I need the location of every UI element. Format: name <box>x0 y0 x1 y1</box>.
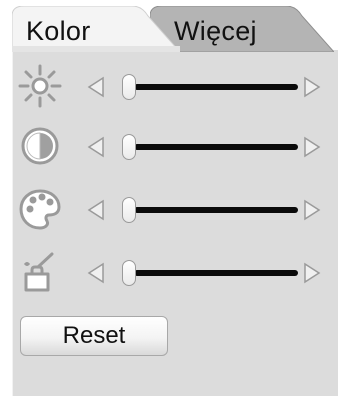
contrast-slider-track <box>134 144 298 150</box>
color-slider-row <box>12 185 334 235</box>
contrast-slider[interactable] <box>122 132 298 162</box>
color-palette-icon <box>19 189 61 230</box>
brightness-slider-track <box>134 84 298 90</box>
color-slider[interactable] <box>122 195 298 225</box>
color-settings-window: Więcej Kolor Reset <box>0 0 338 396</box>
brightness-slider-row <box>12 62 334 112</box>
tab-kolor[interactable]: Kolor <box>12 6 180 52</box>
contrast-decrease-arrow-icon[interactable] <box>86 136 106 158</box>
contrast-increase-arrow-icon[interactable] <box>302 136 322 158</box>
paint-bucket-icon <box>24 252 54 292</box>
brightness-decrease-arrow-icon[interactable] <box>86 76 106 98</box>
brightness-slider-thumb[interactable] <box>122 74 136 100</box>
tint-increase-arrow-icon[interactable] <box>302 262 322 284</box>
color-increase-arrow-icon[interactable] <box>302 199 322 221</box>
contrast-slider-row <box>12 122 334 172</box>
tint-slider[interactable] <box>122 258 298 288</box>
tint-slider-row <box>12 248 334 298</box>
brightness-increase-arrow-icon[interactable] <box>302 76 322 98</box>
tab-wiecej-label: Więcej <box>174 16 257 46</box>
color-slider-thumb[interactable] <box>122 197 136 223</box>
color-decrease-arrow-icon[interactable] <box>86 199 106 221</box>
tint-slider-thumb[interactable] <box>122 260 136 286</box>
tint-decrease-arrow-icon[interactable] <box>86 262 106 284</box>
color-slider-track <box>134 207 298 213</box>
tab-kolor-label: Kolor <box>26 16 91 46</box>
reset-button[interactable]: Reset <box>20 316 168 356</box>
brightness-icon <box>18 64 62 108</box>
tint-slider-track <box>134 270 298 276</box>
contrast-slider-thumb[interactable] <box>122 134 136 160</box>
contrast-icon <box>21 127 59 165</box>
brightness-slider[interactable] <box>122 72 298 102</box>
